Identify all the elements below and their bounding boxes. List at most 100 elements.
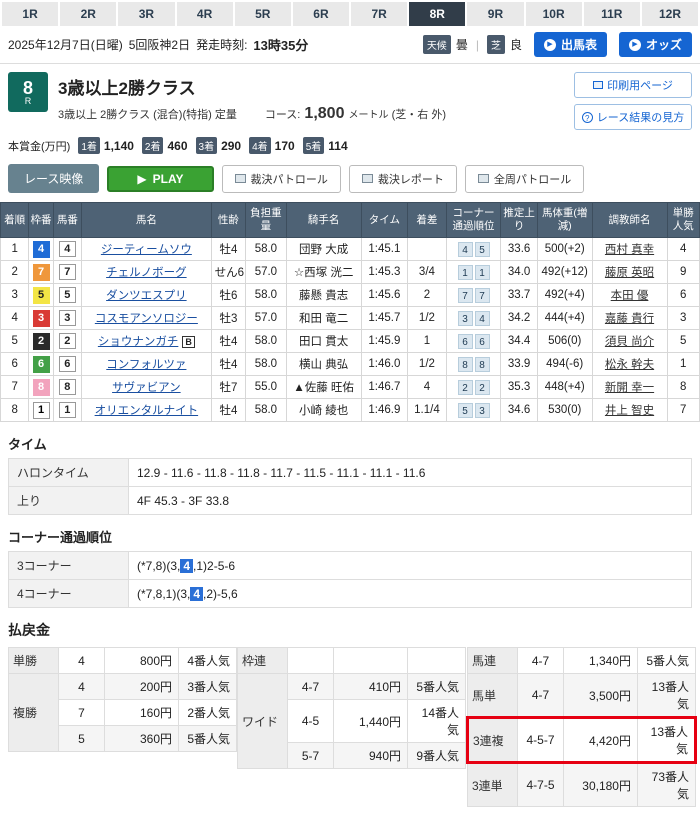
corner-position-badge: 1 [475,265,490,280]
race-conditions-row: 3歳以上 2勝クラス (混合)(特指) 定量 コース: 1,800 メートル (… [58,105,446,123]
corner-label: 3コーナー [9,552,129,580]
weather-group: 天候 曇 | 芝 良 [423,35,522,54]
tab-9R[interactable]: 9R [467,2,523,26]
cell-weight: 58.0 [246,353,287,376]
cell-waku: 6 [29,353,53,376]
tab-1R[interactable]: 1R [2,2,58,26]
payout-popularity: 5番人気 [408,674,466,700]
umaban-badge: 2 [59,333,76,349]
trainer-link[interactable]: 須貝 尚介 [605,336,654,348]
trainer-link[interactable]: 西村 真幸 [605,244,654,256]
col-horse-name: 馬名 [82,203,212,238]
tab-5R[interactable]: 5R [235,2,291,26]
payout-amount: 3,500円 [564,674,638,718]
race-video-button[interactable]: レース映像 [8,164,99,193]
tab-11R[interactable]: 11R [584,2,640,26]
horse-name-link[interactable]: オリエンタルナイト [95,405,199,417]
tab-7R[interactable]: 7R [351,2,407,26]
trainer-link[interactable]: 新開 幸一 [605,382,654,394]
trainer-link[interactable]: 藤原 英昭 [605,267,654,279]
col-waku: 枠番 [29,203,53,238]
cell-horse-name: コンフォルツァ [82,353,212,376]
tab-8R[interactable]: 8R [409,2,465,26]
shutsubahyo-button-label: 出馬表 [561,36,597,53]
corner-position-badge: 5 [458,403,473,418]
trainer-link[interactable]: 嘉藤 貴行 [605,313,654,325]
tab-4R[interactable]: 4R [177,2,233,26]
cell-margin: 1/2 [408,353,446,376]
cell-trainer: 須貝 尚介 [592,330,667,353]
cell-weight: 58.0 [246,330,287,353]
odds-button[interactable]: ▶ オッズ [619,32,692,57]
cell-jockey: 小崎 綾也 [286,399,361,422]
stewards-patrol-button[interactable]: 裁決パトロール [222,165,341,193]
result-guide-button[interactable]: ? レース結果の見方 [574,104,692,130]
payout-label: 単勝 [9,648,59,674]
corner-position-badge: 8 [475,357,490,372]
stewards-report-button[interactable]: 裁決レポート [349,165,457,193]
umaban-badge: 8 [59,379,76,395]
cell-popularity: 6 [667,284,700,307]
tab-2R[interactable]: 2R [60,2,116,26]
col-finish-position: 着順 [1,203,29,238]
tab-12R[interactable]: 12R [642,2,698,26]
cell-horse-weight: 492(+12) [537,261,592,284]
cell-popularity: 7 [667,399,700,422]
horse-name-link[interactable]: ジーティームソウ [101,244,192,256]
cell-finish-position: 1 [1,238,29,261]
umaban-badge: 5 [59,287,76,303]
trainer-link[interactable]: 松永 幹夫 [605,359,654,371]
payout-label: 3連単 [468,763,518,807]
horse-name-link[interactable]: サヴァビアン [112,382,181,394]
cell-sex-age: せん6 [211,261,245,284]
stewards-report-label: 裁決レポート [378,171,444,187]
play-button-label: PLAY [153,172,184,186]
all-round-patrol-button[interactable]: 全周パトロール [465,165,584,193]
cell-margin: 1.1/4 [408,399,446,422]
umaban-badge: 3 [59,310,76,326]
race-number: 8 [23,79,33,97]
rank-badge: 2着 [142,137,164,154]
horse-name-link[interactable]: コンフォルツァ [106,359,186,371]
tab-3R[interactable]: 3R [118,2,174,26]
payout-table-left: 単勝4800円4番人気複勝4200円3番人気7160円2番人気5360円5番人気 [8,647,237,752]
payout-combination [288,648,334,674]
payout-row: 馬連4-71,340円5番人気 [468,648,696,674]
trainer-link[interactable]: 井上 智史 [605,405,654,417]
cell-umaban: 4 [53,238,81,261]
corner-position-badge: 7 [475,288,490,303]
payout-amount: 160円 [105,700,179,726]
shutsubahyo-button[interactable]: ▶ 出馬表 [534,32,607,57]
start-time-label: 発走時刻: [196,36,247,53]
race-tabs: 1R2R3R4R5R6R7R8R9R10R11R12R [0,0,700,26]
horse-name-link[interactable]: ショウナンガチ [98,336,179,348]
trainer-link[interactable]: 本田 優 [611,290,649,302]
cell-jockey: 横山 典弘 [286,353,361,376]
play-button[interactable]: ▶ PLAY [107,166,213,192]
video-icon [235,174,246,183]
tab-6R[interactable]: 6R [293,2,349,26]
rank-badge: 1着 [78,137,100,154]
cell-trainer: 井上 智史 [592,399,667,422]
col-sex-age: 性齢 [211,203,245,238]
umaban-badge: 1 [59,402,76,418]
cell-popularity: 9 [667,261,700,284]
cell-horse-weight: 530(0) [537,399,592,422]
meeting-name: 5回阪神2日 [129,36,190,53]
payout-combination: 5 [59,726,105,752]
race-date: 2025年12月7日(日曜) [8,36,123,53]
payout-row: 複勝4200円3番人気 [9,674,237,700]
cell-umaban: 3 [53,307,81,330]
print-page-button[interactable]: 印刷用ページ [574,72,692,98]
waku-badge: 7 [33,264,50,281]
tab-10R[interactable]: 10R [526,2,582,26]
cell-umaban: 6 [53,353,81,376]
horse-name-link[interactable]: チェルノボーグ [106,267,187,279]
horse-name-link[interactable]: ダンツエスプリ [106,290,187,302]
all-round-patrol-label: 全周パトロール [494,171,571,187]
cell-corner-order: 77 [446,284,501,307]
payout-combination: 4-7 [518,674,564,718]
table-row: 277チェルノボーグせん657.0☆西塚 洸二1:45.33/41134.049… [1,261,700,284]
corner-row: 4コーナー(*7,8,1)(3,4,2)-5,6 [9,580,692,608]
horse-name-link[interactable]: コスモアンソロジー [95,313,198,325]
